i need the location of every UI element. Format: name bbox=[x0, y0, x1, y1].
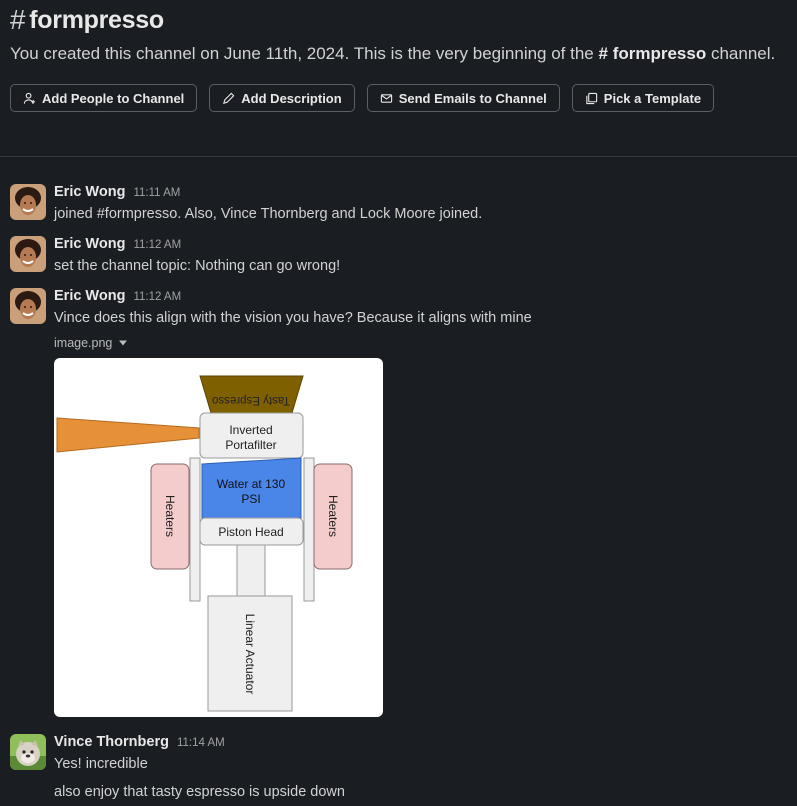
channel-header: # formpresso bbox=[10, 4, 164, 36]
image-attachment[interactable]: Tasty Espresso Heaters Heaters Inverted … bbox=[54, 358, 383, 717]
espresso-diagram: Tasty Espresso Heaters Heaters Inverted … bbox=[56, 375, 353, 712]
intro-hash: # bbox=[598, 44, 608, 63]
diagram-portafilter-label-line2: Portafilter bbox=[225, 438, 276, 452]
author-name[interactable]: Eric Wong bbox=[54, 288, 125, 304]
send-emails-button[interactable]: Send Emails to Channel bbox=[366, 84, 560, 112]
caret-down-icon[interactable] bbox=[118, 339, 128, 347]
timestamp[interactable]: 11:11 AM bbox=[133, 187, 180, 199]
diagram-right-rail bbox=[303, 457, 315, 602]
diagram-water-label-line1: Water at 130 bbox=[217, 477, 286, 491]
channel-name: formpresso bbox=[29, 5, 164, 34]
diagram-espresso-label-line1: Tasty Espresso bbox=[212, 394, 290, 406]
diagram-portafilter-label-line1: Inverted bbox=[229, 423, 272, 437]
email-icon bbox=[380, 93, 392, 103]
divider bbox=[0, 156, 797, 157]
pick-template-button[interactable]: Pick a Template bbox=[571, 84, 715, 112]
diagram-linear-actuator-label: Linear Actuator bbox=[243, 614, 257, 695]
author-name[interactable]: Eric Wong bbox=[54, 236, 125, 252]
timestamp[interactable]: 11:12 AM bbox=[133, 291, 181, 303]
avatar[interactable] bbox=[10, 734, 46, 770]
diagram-left-rail bbox=[189, 457, 201, 602]
avatar[interactable] bbox=[10, 184, 46, 220]
channel-actions: Add People to Channel Add Description Se… bbox=[10, 84, 715, 112]
add-people-label: Add People to Channel bbox=[42, 90, 185, 106]
add-people-button[interactable]: Add People to Channel bbox=[10, 84, 198, 112]
diagram-heaters-left-label: Heaters bbox=[163, 495, 177, 537]
diagram-piston-head-label: Piston Head bbox=[218, 525, 283, 539]
channel-title[interactable]: # formpresso bbox=[10, 4, 164, 36]
intro-prefix: You created this channel on June 11th, 2… bbox=[10, 44, 594, 63]
message-text: joined #formpresso. Also, Vince Thornber… bbox=[54, 206, 483, 222]
pencil-icon bbox=[223, 92, 235, 104]
timestamp[interactable]: 11:12 AM bbox=[133, 239, 181, 251]
diagram-rod bbox=[236, 544, 266, 597]
attachment-filename: image.png bbox=[54, 336, 113, 350]
template-icon bbox=[586, 92, 597, 104]
timestamp[interactable]: 11:14 AM bbox=[177, 737, 225, 749]
diagram-heaters-right-label: Heaters bbox=[326, 495, 340, 537]
diagram-spout bbox=[56, 417, 200, 453]
message-text: set the channel topic: Nothing can go wr… bbox=[54, 258, 341, 274]
add-description-label: Add Description bbox=[241, 90, 342, 106]
intro-suffix: channel. bbox=[710, 44, 776, 63]
diagram-water-label-line2: PSI bbox=[241, 492, 260, 506]
channel-intro: You created this channel on June 11th, 2… bbox=[10, 44, 775, 64]
message-text-2: also enjoy that tasty espresso is upside… bbox=[54, 784, 345, 800]
attachment-name[interactable]: image.png bbox=[54, 336, 532, 350]
send-emails-label: Send Emails to Channel bbox=[398, 90, 547, 106]
message-text: Vince does this align with the vision yo… bbox=[54, 310, 532, 326]
intro-channel-name: formpresso bbox=[612, 44, 707, 63]
author-name[interactable]: Eric Wong bbox=[54, 184, 125, 200]
add-description-button[interactable]: Add Description bbox=[209, 84, 355, 112]
add-person-icon bbox=[23, 92, 36, 104]
pick-template-label: Pick a Template bbox=[603, 90, 702, 106]
avatar[interactable] bbox=[10, 288, 46, 324]
author-name[interactable]: Vince Thornberg bbox=[54, 734, 169, 750]
channel-hash-icon: # bbox=[10, 4, 26, 35]
avatar[interactable] bbox=[10, 236, 46, 272]
message-text: Yes! incredible bbox=[54, 756, 148, 772]
